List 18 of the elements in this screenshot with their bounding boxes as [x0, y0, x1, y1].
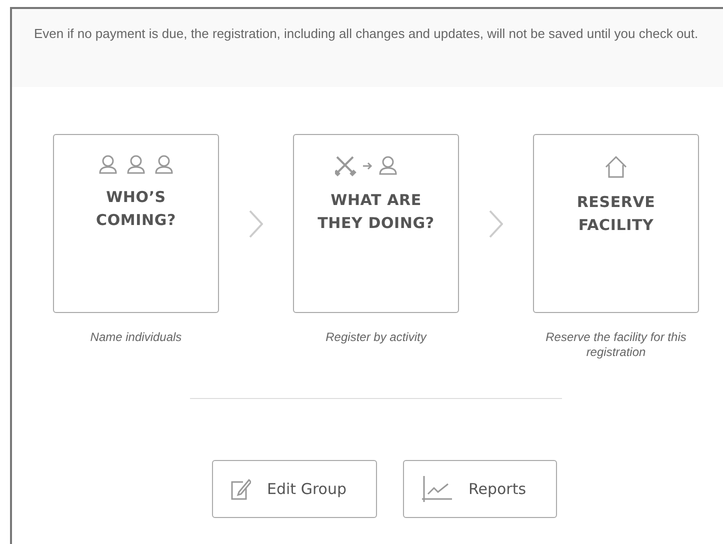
line-chart-icon	[422, 476, 452, 502]
step-card[interactable]: WHAT ARE THEY DOING?	[293, 134, 459, 313]
edit-button[interactable]: Edit Group	[212, 460, 378, 518]
edit-icon	[231, 478, 251, 500]
step-title: RESERVE FACILITY	[576, 192, 656, 236]
notice-text: Even if no payment is due, the registration, including all changes and updates, will not be saved until you check out.	[12, 9, 723, 87]
step-title: WHAT ARE THEY DOING?	[318, 190, 434, 234]
step-card[interactable]: WHO’S COMING?	[53, 134, 219, 313]
chevron-icon	[489, 210, 503, 238]
step-title: WHO’S COMING?	[96, 187, 176, 231]
chevron-icon	[249, 210, 263, 238]
reports-button[interactable]: Reports	[403, 460, 558, 518]
step-caption: Name individuals	[89, 330, 183, 345]
house-icon	[604, 155, 628, 179]
step-caption: Register by activity	[324, 330, 428, 345]
step-card[interactable]: RESERVE FACILITY	[533, 134, 699, 313]
step-caption: Reserve the facility for this registration	[544, 330, 688, 360]
people-icon	[99, 155, 173, 174]
